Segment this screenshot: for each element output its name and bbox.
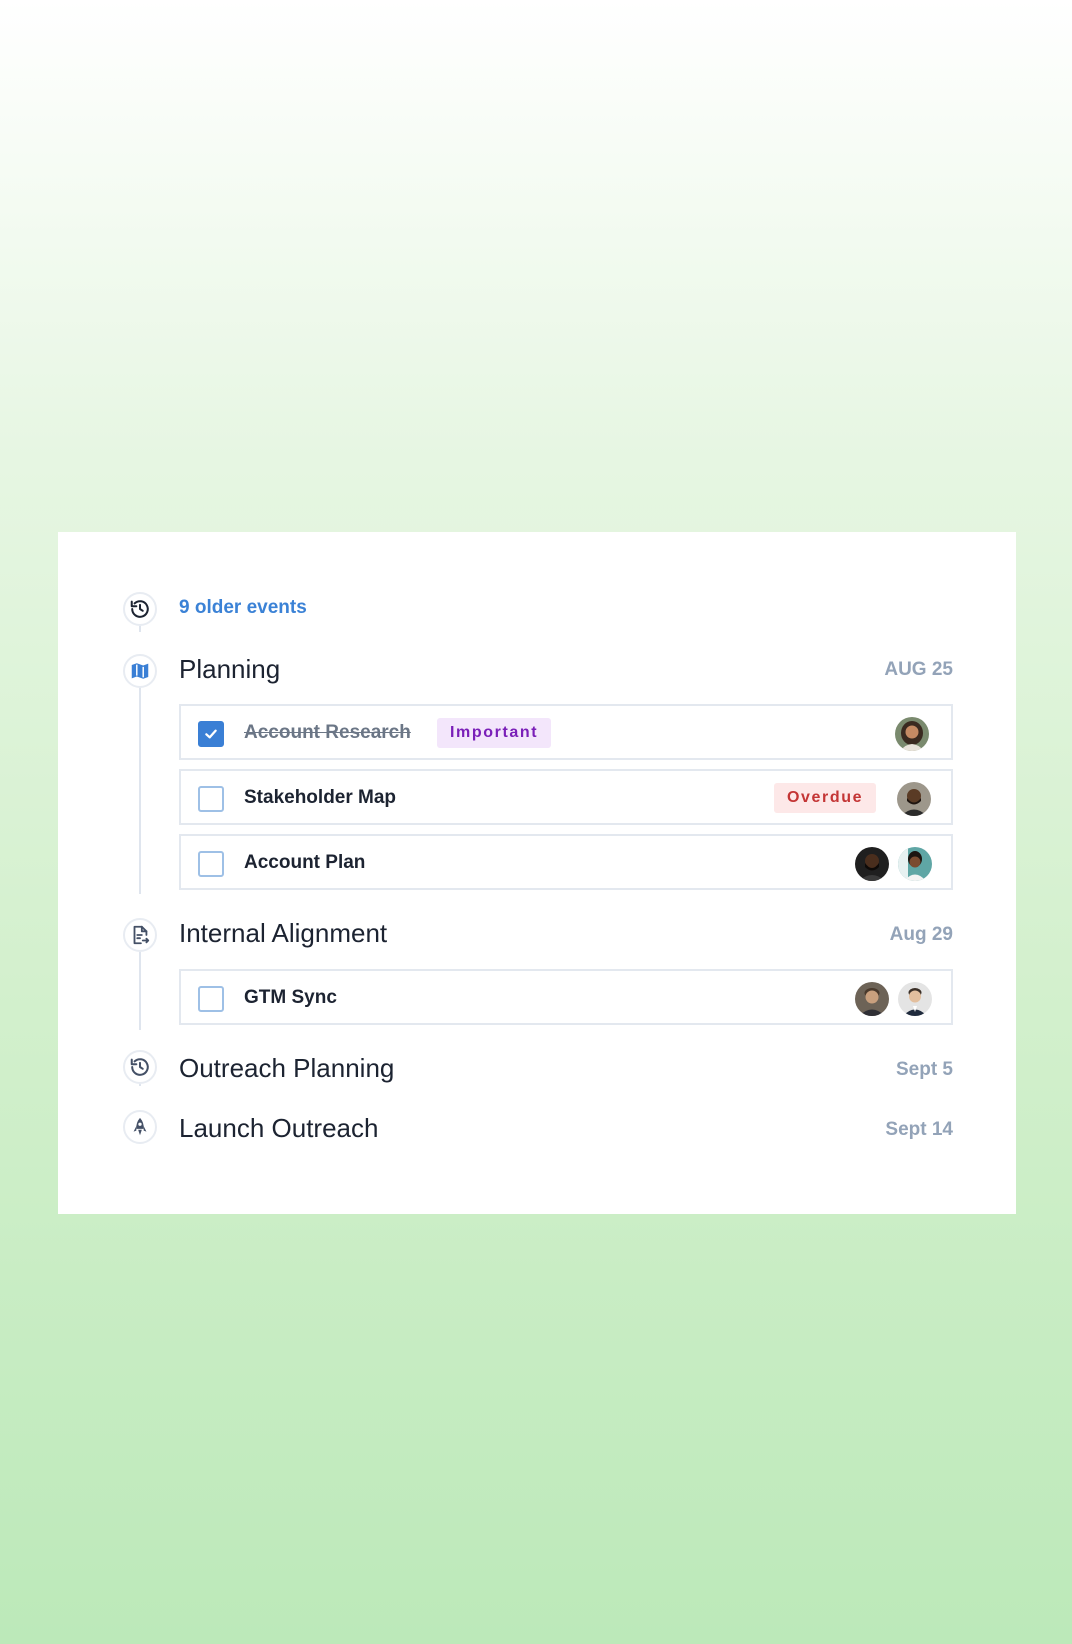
checkmark-icon: [205, 729, 217, 739]
task-row-account-plan[interactable]: Account Plan: [179, 834, 953, 890]
section-title-launch-outreach: Launch Outreach: [179, 1113, 379, 1143]
section-title-outreach-planning: Outreach Planning: [179, 1053, 395, 1083]
section-date-internal-alignment: Aug 29: [889, 924, 953, 945]
avatar: [853, 845, 891, 883]
task-label: Account Plan: [244, 852, 366, 873]
avatar: [893, 715, 931, 753]
task-checkbox[interactable]: [198, 786, 224, 812]
document-share-icon: [123, 918, 157, 952]
map-icon: [123, 654, 157, 688]
section-title-internal-alignment: Internal Alignment: [179, 918, 388, 948]
avatar: [896, 980, 934, 1018]
history-icon: [123, 592, 157, 626]
avatar: [896, 845, 934, 883]
timeline-rail: [139, 672, 141, 894]
task-checkbox[interactable]: [198, 851, 224, 877]
important-badge: Important: [437, 718, 552, 748]
history-icon: [123, 1050, 157, 1084]
rocket-icon: [123, 1110, 157, 1144]
section-date-launch-outreach: Sept 14: [885, 1119, 953, 1140]
timeline-card: 9 older events Planning AUG 25 Account R…: [58, 532, 1016, 1214]
section-title-planning: Planning: [179, 654, 281, 684]
section-date-outreach-planning: Sept 5: [895, 1059, 953, 1080]
task-label: Account Research: [244, 722, 411, 743]
avatar: [895, 780, 933, 818]
task-row-gtm-sync[interactable]: GTM Sync: [179, 969, 953, 1025]
overdue-badge: Overdue: [774, 783, 877, 813]
section-date-planning: AUG 25: [884, 659, 953, 680]
task-row-stakeholder-map[interactable]: Stakeholder Map Overdue: [179, 769, 953, 825]
task-label: GTM Sync: [244, 987, 337, 1008]
avatar: [853, 980, 891, 1018]
older-events-link[interactable]: 9 older events: [179, 597, 307, 619]
task-checkbox[interactable]: [198, 721, 224, 747]
task-checkbox[interactable]: [198, 986, 224, 1012]
task-row-account-research[interactable]: Account Research Important: [179, 704, 953, 760]
task-label: Stakeholder Map: [244, 787, 397, 808]
